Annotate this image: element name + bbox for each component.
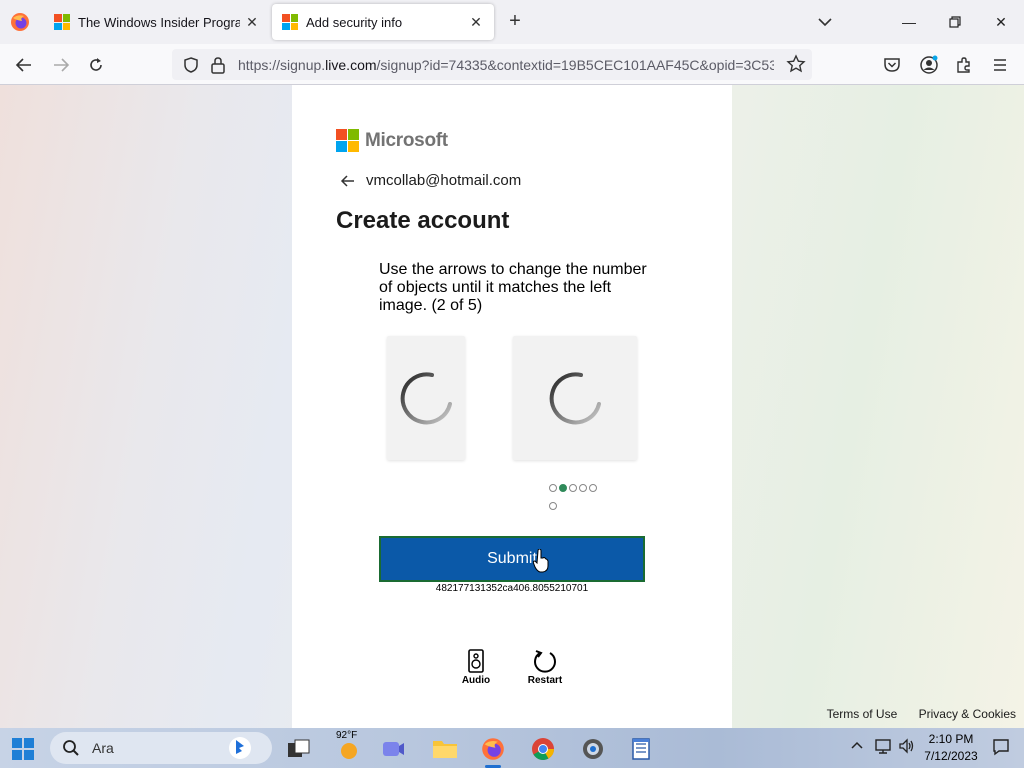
back-to-email-link[interactable]: vmcollab@hotmail.com [340,172,521,189]
volume-icon[interactable] [898,738,916,757]
microsoft-icon [282,14,298,30]
network-icon[interactable] [874,738,892,757]
brand-wordmark: Microsoft [365,129,448,151]
close-window-button[interactable]: ✕ [986,10,1016,34]
url-path: /signup?id=74335&contextid=19B5CEC101AAF… [376,56,774,73]
progress-dot [549,484,557,492]
minimize-button[interactable]: — [894,10,924,34]
close-tab-icon[interactable]: ✕ [464,10,488,34]
audio-button[interactable]: Audio [451,649,501,686]
tab-title: The Windows Insider Program [78,14,240,30]
extensions-button[interactable] [951,52,977,78]
hand-cursor-icon [533,549,549,573]
loading-spinner-icon [400,372,452,425]
search-icon [63,740,79,756]
pocket-icon [884,58,900,72]
captcha-answer-image[interactable] [513,336,637,460]
clock-date: 7/12/2023 [924,749,978,763]
task-view-icon[interactable] [284,734,314,764]
audio-label: Audio [461,675,491,686]
taskbar-clock[interactable]: 2:10 PM 7/12/2023 [918,731,984,765]
app-icon[interactable] [578,734,608,764]
progress-dot [569,484,577,492]
file-explorer-icon[interactable] [430,734,460,764]
menu-button[interactable] [987,52,1013,78]
notifications-icon[interactable] [992,738,1010,759]
back-arrow-icon [340,174,354,187]
captcha-progress-dots [549,479,609,515]
submit-button[interactable]: Submit [379,536,645,582]
back-button[interactable] [11,52,37,78]
tab-title: Add security info [306,14,403,30]
restore-button[interactable] [940,10,970,34]
account-button[interactable] [916,52,942,78]
firefox-taskbar-icon[interactable] [478,734,508,764]
captcha-instructions: Use the arrows to change the number of o… [379,261,647,314]
page-title: Create account [336,207,510,234]
hamburger-menu-icon [994,59,1006,71]
tab-strip: The Windows Insider Program ✕ Add securi… [0,0,1024,44]
pocket-button[interactable] [879,52,905,78]
microsoft-logo: Microsoft [336,129,448,152]
list-all-tabs-icon[interactable] [814,12,836,32]
url-domain: live.com [325,56,377,73]
reload-button[interactable] [83,52,109,78]
clock-time: 2:10 PM [928,732,974,746]
page-background: Microsoft vmcollab@hotmail.com Create ac… [0,85,1024,728]
progress-dot [549,502,557,510]
taskbar-search[interactable]: Ara [50,732,272,764]
restart-icon [534,650,556,673]
bookmark-star-icon[interactable] [786,54,806,74]
lock-icon[interactable] [210,56,226,74]
url-text[interactable]: https://signup.live.com/signup?id=74335&… [238,57,774,73]
forward-button[interactable] [48,52,74,78]
notepad-icon[interactable] [626,734,656,764]
progress-dot-active [559,484,567,492]
reload-icon [90,58,102,71]
start-button[interactable] [12,738,34,760]
new-tab-button[interactable]: + [504,10,526,34]
microsoft-icon [54,14,70,30]
tab-windows-insider[interactable]: The Windows Insider Program ✕ [44,4,270,40]
show-hidden-icons-chevron-icon[interactable] [851,738,863,753]
session-id: 482177131352ca406.8055210701 [435,583,589,594]
tab-add-security-info[interactable]: Add security info ✕ [272,4,494,40]
terms-of-use-link[interactable]: Terms of Use [827,707,898,721]
progress-dot [579,484,587,492]
tracking-protection-shield-icon[interactable] [182,56,200,74]
chrome-icon[interactable] [528,734,558,764]
privacy-cookies-link[interactable]: Privacy & Cookies [919,707,1016,721]
microsoft-logo-icon [336,129,359,152]
navigation-toolbar: https://signup.live.com/signup?id=74335&… [0,44,1024,85]
progress-dot [589,484,597,492]
restart-button[interactable]: Restart [520,649,570,686]
footer-links: Terms of Use Privacy & Cookies [809,707,1016,721]
close-tab-icon[interactable]: ✕ [240,10,264,34]
captcha-reference-image [387,336,465,460]
restart-label: Restart [527,675,563,686]
weather-temperature: 92°F [336,730,358,741]
search-placeholder: Ara [92,740,114,756]
back-arrow-icon [15,58,31,72]
windows-taskbar: Ara 92°F 2:10 PM 7/12/2023 [0,728,1024,768]
forward-arrow-icon [54,58,70,72]
puzzle-icon [957,57,970,73]
account-email: vmcollab@hotmail.com [366,172,522,189]
url-scheme: https://signup. [238,56,326,73]
account-icon [920,55,938,74]
teams-chat-icon[interactable] [378,734,408,764]
loading-spinner-icon [549,372,601,425]
url-bar[interactable]: https://signup.live.com/signup?id=74335&… [172,49,812,80]
signup-card: Microsoft vmcollab@hotmail.com Create ac… [292,85,732,728]
firefox-icon[interactable] [10,12,30,32]
bing-icon[interactable] [228,736,252,760]
speaker-icon [468,649,484,673]
